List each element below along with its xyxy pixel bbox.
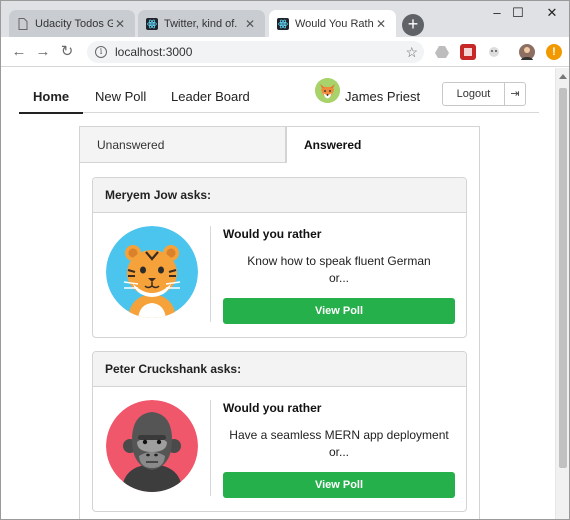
poll-author-header: Meryem Jow asks:	[93, 178, 466, 213]
logout-label[interactable]: Logout	[443, 83, 505, 105]
bookmark-star-icon[interactable]: ☆	[405, 44, 418, 61]
scrollbar-thumb[interactable]	[559, 88, 567, 468]
scroll-up-icon[interactable]	[559, 74, 567, 79]
logout-button[interactable]: Logout ⇥	[442, 82, 526, 106]
nav-leader-board-link[interactable]: Leader Board	[171, 89, 250, 104]
forward-button[interactable]: →	[34, 43, 52, 61]
close-tab-icon[interactable]: ✕	[113, 17, 127, 31]
url-text: localhost:3000	[115, 45, 193, 59]
update-alert-icon[interactable]: !	[546, 44, 562, 60]
close-window-button[interactable]: ✕	[532, 1, 569, 27]
tiger-avatar-icon	[106, 226, 198, 318]
drive-extension-icon[interactable]	[434, 44, 450, 60]
extension-puzzle-icon[interactable]	[486, 44, 502, 60]
view-poll-button[interactable]: View Poll	[223, 298, 455, 324]
tab-title: Would You Rather (	[295, 17, 374, 30]
tab-answered[interactable]: Answered	[286, 126, 480, 163]
option-preview: Have a seamless MERN app deployment	[229, 428, 449, 442]
close-tab-icon[interactable]: ✕	[243, 17, 257, 31]
extension-red-icon[interactable]	[460, 44, 476, 60]
fox-avatar-icon	[315, 78, 340, 103]
browser-tab-udacity-todos[interactable]: Udacity Todos Goa ✕	[9, 10, 135, 37]
app-page: Home New Poll Leader Board James Priest …	[1, 68, 556, 519]
info-icon[interactable]: i	[95, 46, 107, 58]
tab-title: Twitter, kind of.	[164, 17, 238, 30]
new-tab-button[interactable]: +	[402, 14, 424, 36]
tab-title: Udacity Todos Goa	[35, 17, 113, 30]
react-icon	[277, 17, 289, 30]
nav-new-poll-link[interactable]: New Poll	[95, 89, 146, 104]
gorilla-avatar-icon	[106, 400, 198, 492]
poll-card: Peter Cruckshank asks: Would you rather	[92, 351, 467, 512]
view-poll-button[interactable]: View Poll	[223, 472, 455, 498]
or-text: or...	[328, 445, 349, 459]
nav-home-link[interactable]: Home	[18, 89, 84, 114]
browser-window: Udacity Todos Goa ✕ Twitter, kind of. ✕ …	[0, 0, 570, 520]
tab-strip: Udacity Todos Goa ✕ Twitter, kind of. ✕ …	[1, 1, 569, 37]
profile-avatar-icon[interactable]	[519, 44, 535, 60]
or-text: or...	[328, 271, 349, 285]
page-scrollbar[interactable]	[555, 68, 569, 519]
question-header: Would you rather	[223, 401, 322, 415]
poll-card: Meryem Jow asks: Would you rather Know h…	[92, 177, 467, 338]
option-preview: Know how to speak fluent German	[247, 254, 431, 268]
reload-button[interactable]: ↻	[58, 43, 76, 61]
app-navbar: Home New Poll Leader Board James Priest …	[18, 68, 539, 114]
browser-tab-would-you-rather[interactable]: Would You Rather ( ✕	[269, 10, 396, 37]
address-bar[interactable]: i localhost:3000 ☆	[87, 41, 424, 63]
browser-tab-twitter[interactable]: Twitter, kind of. ✕	[138, 10, 265, 37]
question-header: Would you rather	[223, 227, 322, 241]
poll-author-header: Peter Cruckshank asks:	[93, 352, 466, 387]
card-divider	[210, 400, 211, 496]
react-icon	[146, 17, 158, 30]
browser-toolbar: ← → ↻ i localhost:3000 ☆ !	[1, 37, 569, 67]
sign-out-icon[interactable]: ⇥	[505, 83, 525, 105]
tab-unanswered[interactable]: Unanswered	[79, 126, 286, 163]
user-name: James Priest	[345, 89, 421, 104]
back-button[interactable]: ←	[10, 43, 28, 61]
card-divider	[210, 226, 211, 322]
poll-tabs: Unanswered Answered	[79, 126, 480, 163]
document-icon	[17, 17, 29, 30]
close-tab-icon[interactable]: ✕	[374, 17, 388, 31]
